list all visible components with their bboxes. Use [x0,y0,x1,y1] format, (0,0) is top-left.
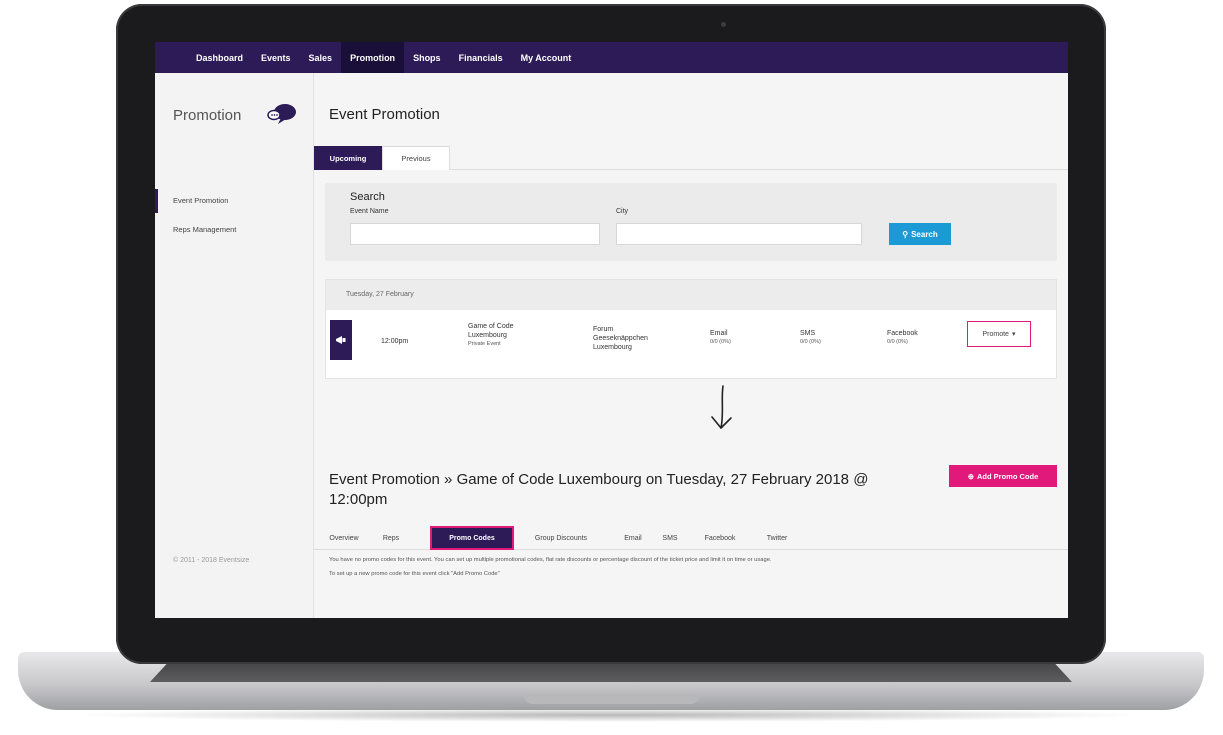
nav-item-my-account[interactable]: My Account [512,42,581,73]
tab-twitter[interactable]: Twitter [752,526,802,550]
tab-upcoming[interactable]: Upcoming [314,146,382,170]
event-tabs: Upcoming Previous [314,144,1068,170]
promote-button[interactable]: Promote ▾ [967,321,1031,347]
sidebar: Promotion Event Promotion Reps Managemen… [155,73,314,618]
no-promo-codes-message: You have no promo codes for this event. … [329,557,772,563]
search-panel: Search Event Name City ⚲ Search [325,183,1057,261]
search-heading: Search [350,191,385,203]
event-date-header: Tuesday, 27 February [326,280,1056,310]
laptop-notch [523,694,700,704]
sidebar-item-reps-management[interactable]: Reps Management [155,218,314,242]
event-name-input[interactable] [350,223,600,245]
add-promo-code-label: Add Promo Code [977,471,1039,481]
tab-previous[interactable]: Previous [382,146,450,170]
detail-title: Event Promotion » Game of Code Luxembour… [329,471,869,508]
add-promo-code-button[interactable]: ⊕ Add Promo Code [949,465,1057,487]
tab-facebook[interactable]: Facebook [690,526,750,550]
city-input[interactable] [616,223,862,245]
copyright-footer: © 2011 - 2018 Eventsize [173,557,250,564]
megaphone-chat-icon [267,104,296,124]
facebook-label: Facebook [887,330,918,337]
search-icon: ⚲ [902,229,909,239]
sidebar-item-event-promotion[interactable]: Event Promotion [155,189,314,213]
email-count: 0/0 (0%) [710,339,731,345]
email-label: Email [710,330,728,337]
email-stat: Email 0/0 (0%) [710,329,731,347]
sms-stat: SMS 0/0 (0%) [800,329,821,347]
tab-email[interactable]: Email [614,526,652,550]
tab-reps[interactable]: Reps [374,526,408,550]
event-time: 12:00pm [381,338,409,345]
search-button[interactable]: ⚲ Search [889,223,951,245]
venue-line3: Luxembourg [593,344,632,351]
down-arrow-icon [711,385,732,429]
facebook-count: 0/0 (0%) [887,339,908,345]
promote-button-label: Promote [982,330,1009,338]
page-title: Event Promotion [329,106,440,123]
nav-item-shops[interactable]: Shops [404,42,450,73]
detail-tabs: Overview Reps Promo Codes Group Discount… [314,526,1068,550]
event-name-line1: Game of Code [468,323,514,330]
screen: Dashboard Events Sales Promotion Shops F… [155,42,1068,618]
search-button-label: Search [911,229,938,239]
nav-item-sales[interactable]: Sales [300,42,342,73]
event-name-line2: Luxembourg [468,332,507,339]
sms-label: SMS [800,330,816,337]
nav-item-promotion[interactable]: Promotion [341,42,405,73]
camera-icon [721,22,726,27]
city-label: City [616,208,629,215]
tab-sms[interactable]: SMS [654,526,686,550]
nav-item-financials[interactable]: Financials [450,42,512,73]
tab-overview[interactable]: Overview [318,526,370,550]
event-name[interactable]: Game of Code Luxembourg Private Event [468,322,514,349]
tab-promo-codes[interactable]: Promo Codes [430,526,514,550]
nav-item-events[interactable]: Events [252,42,300,73]
venue-line1: Forum [593,326,614,333]
add-promo-code-hint: To set up a new promo code for this even… [329,571,500,577]
event-row-icon [330,320,352,360]
facebook-stat: Facebook 0/0 (0%) [887,329,918,347]
megaphone-icon [336,336,346,344]
main-content: Event Promotion Upcoming Previous Search… [314,73,1068,618]
event-visibility: Private Event [468,341,501,347]
promo-code-detail-panel: Event Promotion » Game of Code Luxembour… [314,446,1068,618]
nav-item-dashboard[interactable]: Dashboard [187,42,252,73]
laptop-shadow [70,708,1150,722]
venue-line2: Geeseknäppchen [593,335,648,342]
event-name-label: Event Name [350,208,389,215]
tab-group-discounts[interactable]: Group Discounts [520,526,602,550]
event-venue: Forum Geeseknäppchen Luxembourg [593,325,648,352]
sms-count: 0/0 (0%) [800,339,821,345]
sidebar-title: Promotion [173,107,242,124]
chevron-down-icon: ▾ [1011,331,1016,338]
top-navigation: Dashboard Events Sales Promotion Shops F… [155,42,1068,73]
plus-circle-icon: ⊕ [967,471,975,481]
event-list: Tuesday, 27 February 12:00pm Game of Cod… [325,279,1057,379]
